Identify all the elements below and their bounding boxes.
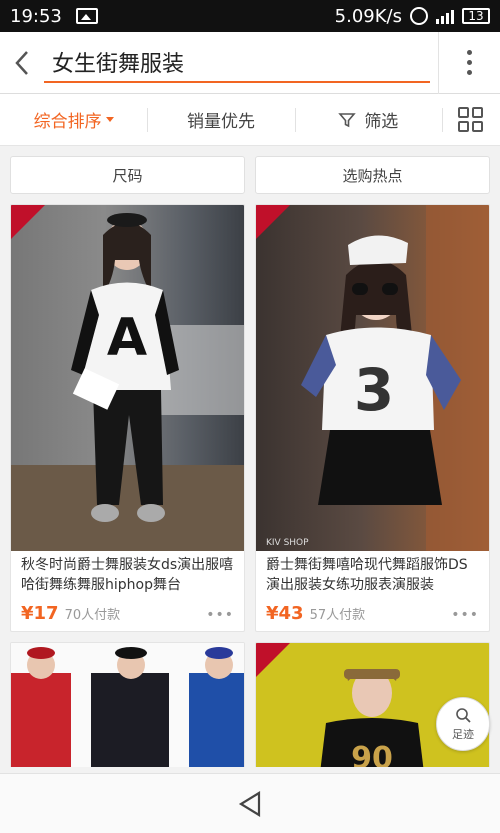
battery-level: 13: [468, 9, 484, 23]
promo-corner-badge: [11, 205, 45, 239]
product-card[interactable]: 3 KIV SHOP 爵士舞街舞嘻哈现代舞蹈服饰DS演出服装女练功服表演服装 ¥…: [255, 204, 490, 632]
tab-comprehensive-sort[interactable]: 综合排序: [0, 94, 147, 146]
product-title: 爵士舞街舞嘻哈现代舞蹈服饰DS演出服装女练功服表演服装: [266, 557, 468, 593]
more-dots-icon[interactable]: •••: [451, 607, 479, 623]
vertical-dots-icon: [467, 50, 472, 75]
caret-down-icon: [105, 117, 114, 122]
tab-label: 销量优先: [186, 112, 255, 132]
product-title: 秋冬时尚爵士舞服装女ds演出服嘻哈街舞练舞服hiphop舞台: [21, 557, 234, 593]
product-price: ¥17: [21, 603, 59, 624]
footprint-label: 足迹: [452, 728, 474, 741]
footprint-icon: [456, 708, 471, 723]
dancer-photo: 3 KIV SHOP: [266, 205, 489, 551]
product-price: ¥43: [266, 603, 304, 624]
product-image[interactable]: [11, 643, 244, 767]
status-time: 19:53: [10, 5, 62, 27]
shirt-letter: A: [107, 308, 147, 368]
paid-count: 70人付款: [64, 608, 121, 623]
alarm-icon: [410, 7, 428, 25]
product-image[interactable]: 3 KIV SHOP: [256, 205, 489, 551]
image-notification-icon: [75, 8, 98, 24]
tab-label: 筛选: [364, 112, 399, 132]
product-meta: ¥43 57人付款 •••: [256, 597, 489, 630]
back-triangle-icon[interactable]: [237, 790, 263, 818]
product-image[interactable]: A: [11, 205, 244, 551]
signal-icon: [436, 8, 454, 24]
product-meta: ¥17 70人付款 •••: [11, 597, 244, 630]
product-card[interactable]: A 秋冬时尚爵士舞服装女ds演出服嘻哈街舞练舞服hiphop舞台 ¥17 70人…: [10, 204, 245, 632]
sort-bar: 综合排序 销量优先 筛选: [0, 94, 500, 146]
shop-watermark: KIV SHOP: [266, 538, 309, 548]
network-speed: 5.09K/s: [334, 5, 402, 27]
dancers-photo: [11, 647, 244, 767]
chevron-left-icon: [15, 50, 28, 75]
shirt-number: 3: [354, 356, 394, 424]
paid-count: 57人付款: [309, 608, 366, 623]
more-options-button[interactable]: [438, 31, 500, 94]
chip-hot-picks[interactable]: 选购热点: [255, 156, 490, 194]
battery-icon: 13: [462, 8, 490, 24]
search-header: [0, 31, 500, 94]
more-dots-icon[interactable]: •••: [206, 607, 234, 623]
tab-filter[interactable]: 筛选: [294, 94, 442, 146]
promo-corner-badge: [256, 205, 290, 239]
product-card[interactable]: [10, 642, 245, 767]
system-nav-bar: [0, 773, 500, 833]
tab-label: 综合排序: [33, 112, 102, 132]
grid-icon: [458, 107, 484, 132]
footprint-button[interactable]: 足迹: [436, 697, 490, 751]
product-grid: A 秋冬时尚爵士舞服装女ds演出服嘻哈街舞练舞服hiphop舞台 ¥17 70人…: [0, 204, 500, 767]
svg-text:90: 90: [351, 741, 393, 767]
grid-view-toggle[interactable]: [441, 94, 500, 146]
chip-size[interactable]: 尺码: [10, 156, 245, 194]
promo-corner-badge: [256, 643, 290, 677]
filter-chips: 尺码 选购热点: [0, 146, 500, 204]
dancer-photo: A: [11, 213, 244, 551]
back-button[interactable]: [0, 32, 44, 94]
search-input[interactable]: [44, 42, 430, 83]
status-bar: 19:53 5.09K/s 13: [0, 0, 500, 32]
tab-sales-priority[interactable]: 销量优先: [147, 94, 294, 146]
funnel-icon: [338, 112, 357, 127]
